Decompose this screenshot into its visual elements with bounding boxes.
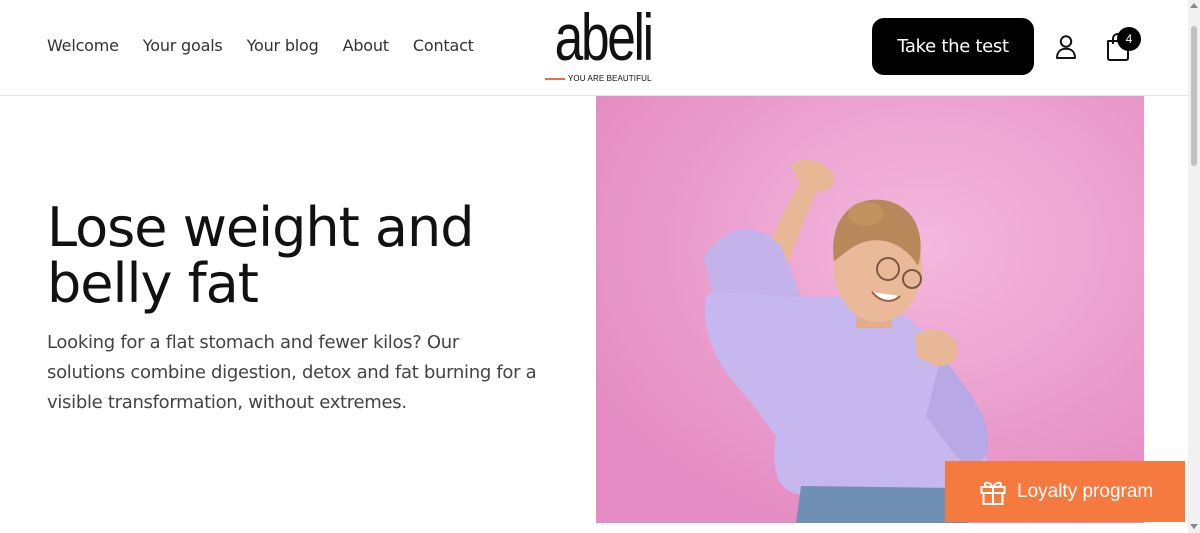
user-icon[interactable] (1054, 34, 1078, 60)
scrollbar-thumb[interactable] (1191, 26, 1197, 166)
nav-item-about[interactable]: About (343, 36, 390, 55)
nav-item-contact[interactable]: Contact (413, 36, 474, 55)
gift-icon (980, 481, 1006, 505)
nav-item-welcome[interactable]: Welcome (47, 36, 119, 55)
logo-wordmark: abeli (554, 0, 654, 74)
logo-accent-line (545, 78, 565, 80)
scroll-up-arrow-icon[interactable] (1190, 3, 1198, 8)
loyalty-program-button[interactable]: Loyalty program (945, 461, 1185, 522)
nav-item-your-goals[interactable]: Your goals (143, 36, 223, 55)
cart-count-badge: 4 (1117, 27, 1141, 51)
hero-image (596, 96, 1144, 523)
scroll-down-arrow-icon[interactable] (1190, 524, 1198, 529)
scrollbar[interactable] (1188, 0, 1200, 533)
hero-description: Looking for a flat stomach and fewer kil… (47, 332, 537, 413)
loyalty-program-label: Loyalty program (1017, 480, 1154, 502)
nav-item-your-blog[interactable]: Your blog (247, 36, 319, 55)
take-the-test-button[interactable]: Take the test (872, 18, 1034, 75)
main-nav: Welcome Your goals Your blog About Conta… (47, 36, 498, 55)
brand-logo[interactable]: abeli YOU ARE BEAUTIFUL (543, 4, 654, 88)
hero-title: Lose weight and belly fat (47, 196, 475, 315)
logo-tagline: YOU ARE BEAUTIFUL (568, 74, 652, 83)
site-header: Welcome Your goals Your blog About Conta… (0, 0, 1188, 96)
